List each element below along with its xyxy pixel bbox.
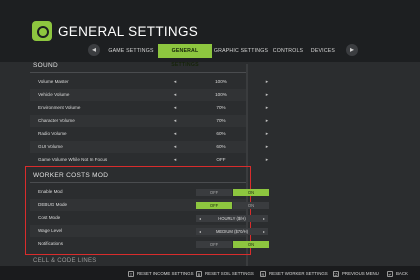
increase-arrow-icon[interactable]: ▸: [263, 128, 271, 140]
reset-worker-settings-hint[interactable]: R RESET WORKER SETTINGS: [260, 270, 328, 277]
setting-label: Cost Mode: [38, 215, 61, 220]
setting-value: OFF: [216, 157, 226, 162]
game-volume-not-in-focus-stepper[interactable]: ◂ OFF ▸: [171, 154, 271, 166]
setting-label: Vehicle Volume: [38, 92, 70, 97]
increase-arrow-icon[interactable]: ▸: [260, 215, 268, 222]
setting-row-notifications: Notifications OFF ON: [30, 238, 269, 250]
setting-row-environment-volume: Environment Volume ◂ 70% ▸: [30, 102, 268, 114]
setting-label: Environment Volume: [38, 105, 81, 110]
increase-arrow-icon[interactable]: ▸: [263, 154, 271, 166]
previous-tab-button[interactable]: ◂: [88, 44, 100, 56]
back-hint[interactable]: ↵ BACK: [387, 270, 408, 277]
debug-mode-off-button[interactable]: OFF: [196, 201, 232, 209]
setting-label: Volume Master: [38, 79, 69, 84]
decrease-arrow-icon[interactable]: ◂: [171, 115, 179, 127]
setting-label: DEBUG Mode: [38, 202, 68, 207]
setting-value: 70%: [216, 105, 226, 110]
setting-label: Notifications: [38, 241, 64, 246]
notifications-on-button[interactable]: ON: [233, 240, 269, 248]
decrease-arrow-icon[interactable]: ◂: [171, 128, 179, 140]
vehicle-volume-stepper[interactable]: ◂ 100% ▸: [171, 89, 271, 101]
reset-soil-settings-hint[interactable]: B RESET SOIL SETTINGS: [196, 270, 254, 277]
game-logo-icon: [32, 21, 52, 41]
environment-volume-stepper[interactable]: ◂ 70% ▸: [171, 102, 271, 114]
setting-label: Game Volume While Not In Focus: [38, 157, 108, 162]
setting-value: 70%: [216, 118, 226, 123]
character-volume-stepper[interactable]: ◂ 70% ▸: [171, 115, 271, 127]
select-value: HOURLY ($/H): [218, 215, 246, 221]
decrease-arrow-icon[interactable]: ◂: [171, 89, 179, 101]
enable-mod-on-button[interactable]: ON: [233, 188, 269, 196]
page-title: GENERAL SETTINGS: [58, 24, 199, 39]
key-b-icon: B: [196, 270, 202, 277]
key-t-icon: T: [128, 270, 134, 277]
setting-label: Wage Level: [38, 228, 63, 233]
volume-master-stepper[interactable]: ◂ 100% ▸: [171, 76, 271, 88]
notifications-off-button[interactable]: OFF: [196, 240, 232, 248]
setting-label: Enable Mod: [38, 189, 63, 194]
previous-menu-hint[interactable]: ⎋ PREVIOUS MENU: [333, 270, 379, 277]
key-escape-icon: ⎋: [333, 270, 339, 277]
decrease-arrow-icon[interactable]: ◂: [196, 215, 204, 222]
decrease-arrow-icon[interactable]: ◂: [171, 141, 179, 153]
setting-row-radio-volume: Radio Volume ◂ 60% ▸: [30, 128, 268, 140]
decrease-arrow-icon[interactable]: ◂: [171, 154, 179, 166]
setting-label: Character Volume: [38, 118, 75, 123]
section-divider: [30, 72, 246, 73]
wage-level-select[interactable]: ◂ MEDIUM ($70/H) ▸: [196, 227, 268, 235]
decrease-arrow-icon[interactable]: ◂: [171, 102, 179, 114]
setting-row-game-volume-not-in-focus: Game Volume While Not In Focus ◂ OFF ▸: [30, 154, 268, 166]
increase-arrow-icon[interactable]: ▸: [263, 102, 271, 114]
tab-graphic-settings[interactable]: GRAPHIC SETTINGS: [213, 44, 269, 58]
setting-value: 100%: [215, 79, 227, 84]
decrease-arrow-icon[interactable]: ◂: [196, 228, 204, 235]
decrease-arrow-icon[interactable]: ◂: [171, 76, 179, 88]
section-divider: [30, 182, 246, 183]
setting-label: Radio Volume: [38, 131, 67, 136]
tab-controls[interactable]: CONTROLS: [270, 44, 306, 58]
setting-value: 60%: [216, 144, 226, 149]
setting-row-wage-level: Wage Level ◂ MEDIUM ($70/H) ▸: [30, 225, 268, 237]
cost-mode-select[interactable]: ◂ HOURLY ($/H) ▸: [196, 214, 268, 222]
gui-volume-stepper[interactable]: ◂ 60% ▸: [171, 141, 271, 153]
radio-volume-stepper[interactable]: ◂ 60% ▸: [171, 128, 271, 140]
key-enter-icon: ↵: [387, 270, 393, 277]
enable-mod-off-button[interactable]: OFF: [196, 188, 232, 196]
setting-label: GUI Volume: [38, 144, 63, 149]
key-r-icon: R: [260, 270, 266, 277]
setting-row-debug-mode: DEBUG Mode OFF ON: [30, 199, 269, 211]
reset-income-settings-hint[interactable]: T RESET INCOME SETTINGS: [128, 270, 194, 277]
setting-row-volume-master: Volume Master ◂ 100% ▸: [30, 76, 268, 88]
tab-game-settings[interactable]: GAME SETTINGS: [104, 44, 158, 58]
worker-costs-mod-heading: WORKER COSTS MOD: [33, 172, 109, 179]
setting-row-enable-mod: Enable Mod OFF ON: [30, 186, 269, 198]
setting-row-cost-mode: Cost Mode ◂ HOURLY ($/H) ▸: [30, 212, 268, 224]
increase-arrow-icon[interactable]: ▸: [263, 89, 271, 101]
increase-arrow-icon[interactable]: ▸: [263, 115, 271, 127]
setting-value: 60%: [216, 131, 226, 136]
tab-devices[interactable]: DEVICES: [306, 44, 340, 58]
increase-arrow-icon[interactable]: ▸: [260, 228, 268, 235]
select-value: MEDIUM ($70/H): [215, 228, 249, 234]
setting-value: 100%: [215, 92, 227, 97]
sound-section-heading: SOUND: [33, 62, 58, 69]
setting-row-character-volume: Character Volume ◂ 70% ▸: [30, 115, 268, 127]
next-tab-button[interactable]: ▸: [346, 44, 358, 56]
increase-arrow-icon[interactable]: ▸: [263, 76, 271, 88]
increase-arrow-icon[interactable]: ▸: [263, 141, 271, 153]
setting-row-vehicle-volume: Vehicle Volume ◂ 100% ▸: [30, 89, 268, 101]
next-section-heading: CELL & CODE LINES: [33, 258, 97, 264]
debug-mode-on-button[interactable]: ON: [233, 201, 269, 209]
tab-general-settings[interactable]: GENERAL SETTINGS: [158, 44, 212, 68]
setting-row-gui-volume: GUI Volume ◂ 60% ▸: [30, 141, 268, 153]
